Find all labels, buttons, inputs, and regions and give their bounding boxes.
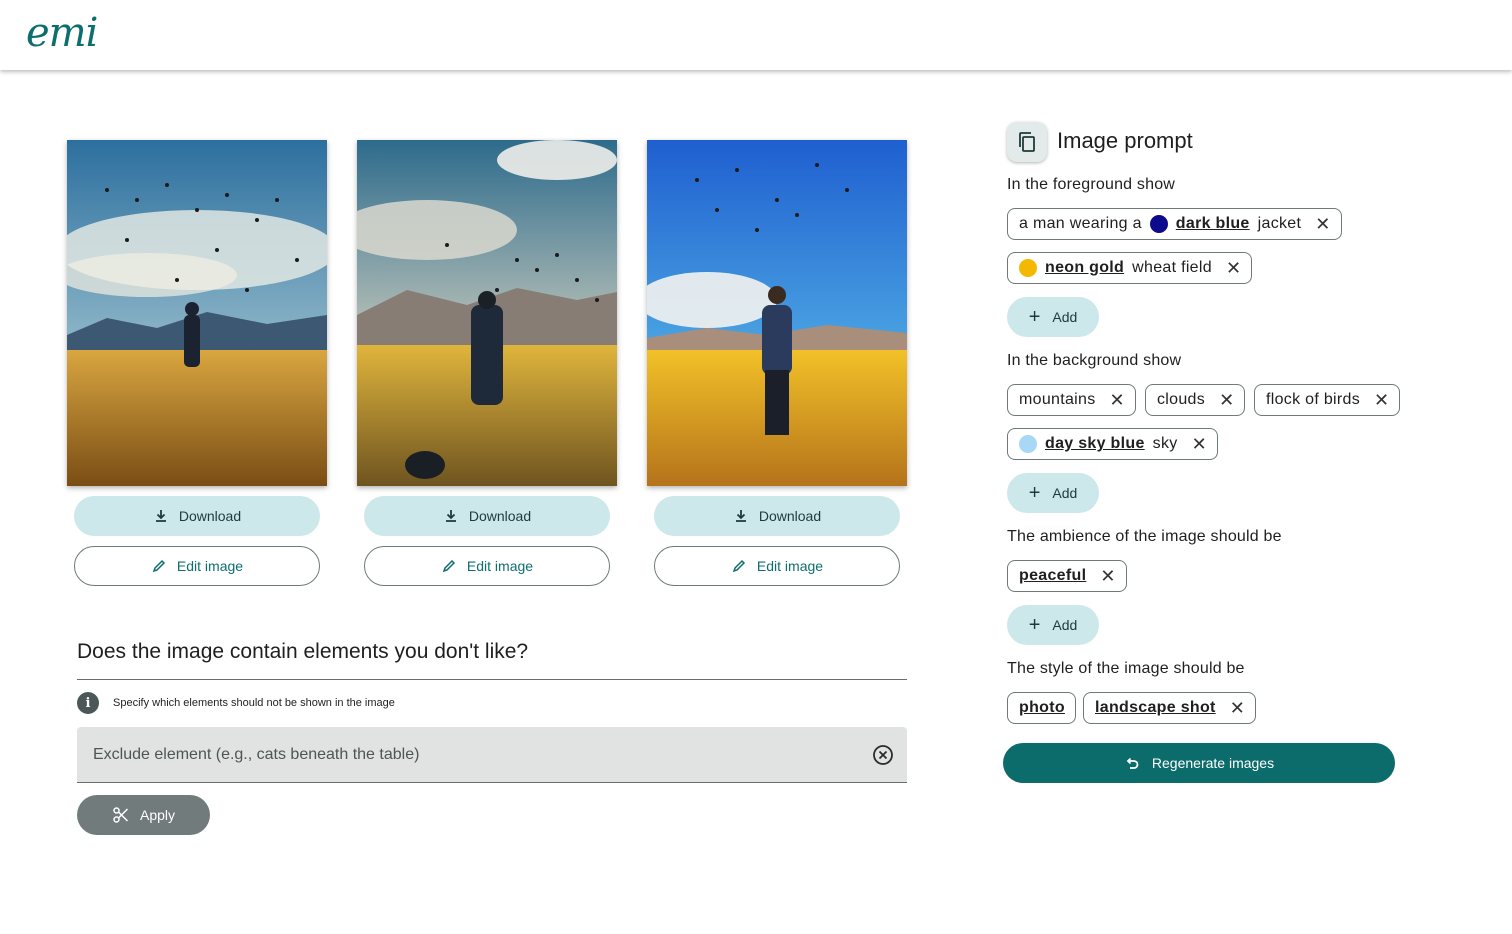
- pencil-icon: [732, 559, 745, 573]
- chip-keyword[interactable]: day sky blue: [1045, 435, 1145, 453]
- prompt-chip[interactable]: flock of birds ✕: [1254, 384, 1401, 416]
- undo-icon: [1126, 757, 1139, 769]
- prompt-title: Image prompt: [1057, 128, 1193, 153]
- generated-image-1[interactable]: [67, 140, 327, 486]
- edit-image-button-3[interactable]: Edit image: [654, 546, 900, 586]
- info-icon: i: [77, 692, 99, 714]
- app-logo[interactable]: emi: [26, 10, 98, 56]
- prompt-chip[interactable]: landscape shot ✕: [1083, 692, 1257, 724]
- download-button-1[interactable]: Download: [74, 496, 320, 536]
- chip-text: a man wearing a: [1019, 215, 1142, 232]
- chip-text: wheat field: [1132, 259, 1212, 276]
- exclude-hint-row: i Specify which elements should not be s…: [77, 692, 395, 714]
- chip-keyword[interactable]: neon gold: [1045, 259, 1124, 277]
- plus-icon: +: [1028, 614, 1041, 636]
- generated-image-2[interactable]: [357, 140, 617, 486]
- regenerate-label: Regenerate images: [1151, 755, 1275, 771]
- download-icon: [445, 510, 456, 522]
- remove-chip-icon[interactable]: ✕: [1219, 391, 1234, 409]
- chip-text: flock of birds: [1266, 391, 1361, 408]
- remove-chip-icon[interactable]: ✕: [1230, 699, 1245, 717]
- style-label: The style of the image should be: [1007, 660, 1245, 677]
- plus-icon: +: [1028, 306, 1041, 328]
- prompt-chip[interactable]: neon gold wheat field ✕: [1007, 252, 1253, 284]
- prompt-chip[interactable]: mountains ✕: [1007, 384, 1136, 416]
- edit-image-label: Edit image: [176, 558, 244, 574]
- prompt-chip[interactable]: peaceful ✕: [1007, 560, 1127, 592]
- add-foreground-button[interactable]: + Add: [1007, 297, 1099, 337]
- download-button-2[interactable]: Download: [364, 496, 610, 536]
- edit-image-button-1[interactable]: Edit image: [74, 546, 320, 586]
- top-bar: emi: [0, 0, 1512, 70]
- pencil-icon: [442, 559, 455, 573]
- remove-chip-icon[interactable]: ✕: [1226, 259, 1241, 277]
- prompt-chip[interactable]: day sky blue sky ✕: [1007, 428, 1218, 460]
- chip-keyword[interactable]: dark blue: [1176, 215, 1250, 233]
- chip-keyword[interactable]: peaceful: [1019, 567, 1086, 585]
- remove-chip-icon[interactable]: ✕: [1192, 435, 1207, 453]
- download-icon: [155, 510, 166, 522]
- apply-button[interactable]: Apply: [77, 795, 210, 835]
- add-label: Add: [1052, 485, 1078, 501]
- add-background-button[interactable]: + Add: [1007, 473, 1099, 513]
- edit-image-label: Edit image: [466, 558, 534, 574]
- clear-icon[interactable]: [872, 744, 894, 766]
- download-icon: [735, 510, 746, 522]
- copy-icon: [1019, 132, 1035, 152]
- copy-prompt-button[interactable]: [1007, 122, 1047, 162]
- apply-label: Apply: [139, 807, 176, 823]
- color-swatch-icon: [1149, 215, 1168, 233]
- color-swatch-icon: [1019, 435, 1037, 453]
- foreground-label: In the foreground show: [1007, 176, 1176, 193]
- background-label: In the background show: [1007, 352, 1182, 369]
- edit-image-label: Edit image: [756, 558, 824, 574]
- generated-image-3[interactable]: [647, 140, 907, 486]
- color-swatch-icon: [1019, 259, 1037, 277]
- plus-icon: +: [1028, 482, 1041, 504]
- chip-text: jacket: [1257, 215, 1302, 232]
- remove-chip-icon[interactable]: ✕: [1110, 391, 1125, 409]
- prompt-chip[interactable]: clouds ✕: [1145, 384, 1246, 416]
- remove-chip-icon[interactable]: ✕: [1374, 391, 1389, 409]
- exclude-element-input[interactable]: [77, 727, 907, 783]
- add-label: Add: [1052, 309, 1078, 325]
- remove-chip-icon[interactable]: ✕: [1100, 567, 1115, 585]
- download-label: Download: [178, 508, 242, 524]
- edit-image-button-2[interactable]: Edit image: [364, 546, 610, 586]
- chip-keyword[interactable]: photo: [1019, 699, 1065, 717]
- chip-text: mountains: [1019, 391, 1096, 408]
- exclude-hint-text: Specify which elements should not be sho…: [113, 697, 395, 709]
- regenerate-images-button[interactable]: Regenerate images: [1003, 743, 1395, 783]
- download-label: Download: [468, 508, 532, 524]
- pencil-icon: [152, 559, 165, 573]
- chip-keyword[interactable]: landscape shot: [1095, 699, 1216, 717]
- chip-text: clouds: [1157, 391, 1206, 408]
- ambience-label: The ambience of the image should be: [1007, 528, 1282, 545]
- remove-chip-icon[interactable]: ✕: [1315, 215, 1330, 233]
- prompt-chip[interactable]: photo: [1007, 692, 1076, 724]
- prompt-chip[interactable]: a man wearing a dark blue jacket ✕: [1007, 208, 1342, 240]
- add-ambience-button[interactable]: + Add: [1007, 605, 1099, 645]
- download-label: Download: [758, 508, 822, 524]
- download-button-3[interactable]: Download: [654, 496, 900, 536]
- add-label: Add: [1052, 617, 1078, 633]
- scissors-icon: [113, 807, 129, 823]
- exclude-section-title: Does the image contain elements you don'…: [77, 640, 907, 680]
- chip-text: sky: [1152, 435, 1178, 452]
